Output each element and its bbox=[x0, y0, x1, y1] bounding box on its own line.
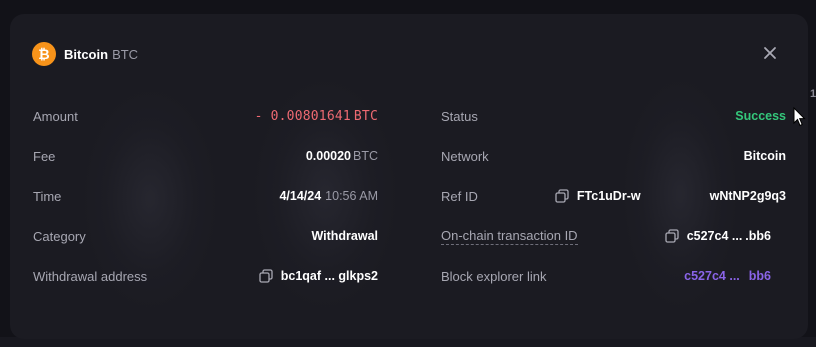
modal-header: ₿ Bitcoin BTC bbox=[32, 41, 138, 67]
fee-row: Fee 0.00020 BTC bbox=[33, 136, 378, 176]
withdrawal-address-label: Withdrawal address bbox=[33, 268, 148, 284]
time-row: Time 4/14/24 10:56 AM bbox=[33, 176, 378, 216]
block-explorer-end: bb6 bbox=[748, 269, 771, 283]
copy-icon[interactable] bbox=[555, 189, 569, 203]
time-text: 10:56 AM bbox=[325, 189, 378, 203]
category-value: Withdrawal bbox=[311, 229, 378, 243]
block-explorer-link[interactable]: c527c4 ... bb6 bbox=[684, 269, 771, 283]
amount-row: Amount - 0.00801641 BTC bbox=[33, 96, 378, 136]
fee-value: 0.00020 BTC bbox=[306, 149, 378, 163]
onchain-tx-end: .bb6 bbox=[745, 229, 771, 243]
edge-clipped-text: 1 bbox=[810, 88, 816, 100]
onchain-tx-value: c527c4 ... .bb6 bbox=[665, 229, 771, 243]
amount-value: - 0.00801641 BTC bbox=[255, 109, 378, 124]
details-right-column: Status Success Network Bitcoin Ref ID FT… bbox=[441, 96, 786, 296]
category-row: Category Withdrawal bbox=[33, 216, 378, 256]
close-button[interactable] bbox=[762, 45, 778, 61]
withdrawal-address-text: bc1qaf ... glkps2 bbox=[280, 269, 378, 283]
status-row: Status Success bbox=[441, 96, 786, 136]
amount-unit: BTC bbox=[353, 108, 378, 124]
details-left-column: Amount - 0.00801641 BTC Fee 0.00020 BTC … bbox=[33, 96, 378, 296]
network-label: Network bbox=[441, 148, 489, 164]
block-explorer-start: c527c4 ... bbox=[684, 269, 740, 283]
network-value: Bitcoin bbox=[743, 149, 786, 163]
amount-label: Amount bbox=[33, 108, 78, 124]
block-explorer-label: Block explorer link bbox=[441, 268, 547, 284]
coin-name: Bitcoin bbox=[64, 46, 109, 62]
network-row: Network Bitcoin bbox=[441, 136, 786, 176]
bitcoin-logo-icon: ₿ bbox=[32, 42, 56, 66]
onchain-tx-row: On-chain transaction ID c527c4 ... .bb6 bbox=[441, 216, 786, 256]
copy-icon[interactable] bbox=[665, 229, 679, 243]
coin-ticker: BTC bbox=[112, 46, 139, 62]
status-value: Success bbox=[735, 109, 786, 123]
transaction-details-modal: ₿ Bitcoin BTC Amount - 0.00801641 BTC Fe… bbox=[10, 14, 808, 339]
category-label: Category bbox=[33, 228, 86, 244]
onchain-tx-label[interactable]: On-chain transaction ID bbox=[441, 228, 578, 245]
status-label: Status bbox=[441, 108, 478, 124]
time-label: Time bbox=[33, 188, 62, 204]
ref-id-label: Ref ID bbox=[441, 188, 478, 204]
copy-icon[interactable] bbox=[259, 269, 273, 283]
mouse-pointer-icon bbox=[793, 107, 806, 127]
ref-id-row: Ref ID FTc1uDr-w wNtNP2g9q3 bbox=[441, 176, 786, 216]
fee-unit: BTC bbox=[353, 149, 378, 163]
onchain-tx-start: c527c4 ... bbox=[686, 229, 743, 243]
amount-number: - 0.00801641 bbox=[254, 108, 351, 124]
ref-id-end: wNtNP2g9q3 bbox=[709, 189, 786, 203]
date-text: 4/14/24 bbox=[279, 189, 322, 203]
fee-number: 0.00020 bbox=[305, 149, 351, 163]
fee-label: Fee bbox=[33, 148, 56, 164]
ref-id-value: FTc1uDr-w wNtNP2g9q3 bbox=[555, 189, 786, 203]
close-icon bbox=[764, 47, 776, 59]
withdrawal-address-row: Withdrawal address bc1qaf ... glkps2 bbox=[33, 256, 378, 296]
ref-id-start: FTc1uDr-w bbox=[576, 189, 641, 203]
block-explorer-row: Block explorer link c527c4 ... bb6 bbox=[441, 256, 786, 296]
time-value: 4/14/24 10:56 AM bbox=[279, 189, 378, 203]
withdrawal-address-value: bc1qaf ... glkps2 bbox=[259, 269, 378, 283]
